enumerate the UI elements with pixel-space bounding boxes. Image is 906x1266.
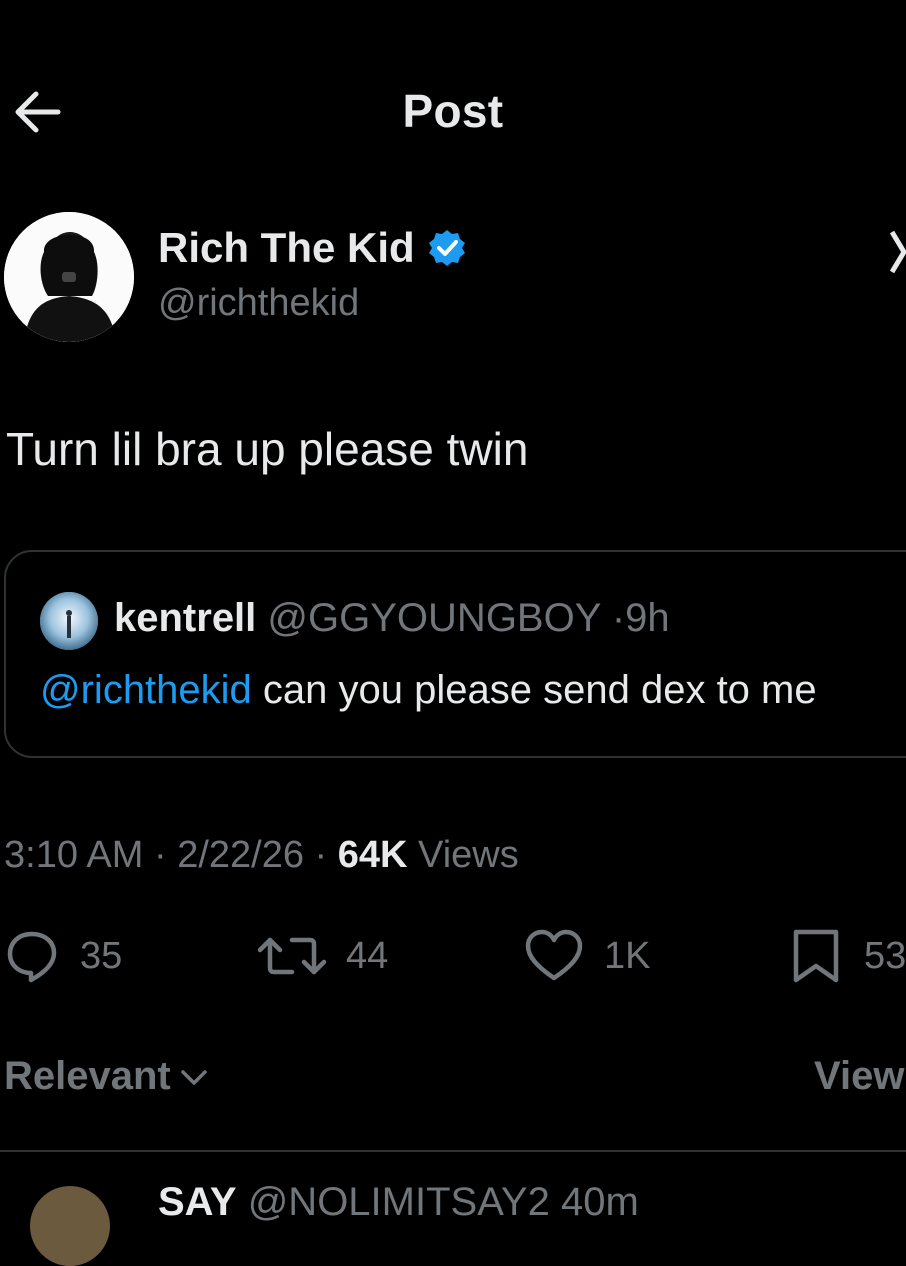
post-time: 3:10 AM <box>4 834 144 876</box>
author-name-text: Rich The Kid <box>158 224 415 271</box>
reply-author-handle: @NOLIMITSAY2 <box>247 1180 550 1224</box>
post-text: Turn lil bra up please twin <box>6 423 529 475</box>
post-date: 2/22/26 <box>177 834 304 876</box>
quoted-post-header: kentrell @GGYOUNGBOY ·9h <box>114 596 670 641</box>
reply-avatar[interactable] <box>30 1186 110 1266</box>
quoted-separator: · <box>611 596 626 640</box>
mention-link[interactable]: @richthekid <box>40 668 252 712</box>
like-count: 1K <box>604 934 651 977</box>
bookmark-button[interactable]: 53 <box>788 926 906 986</box>
meta-dot-2: · <box>304 834 338 876</box>
views-label: Views <box>407 834 519 876</box>
meta-dot-1: · <box>143 834 178 876</box>
repost-icon <box>258 937 326 975</box>
quoted-author-handle: @GGYOUNGBOY <box>267 596 601 640</box>
post-meta: 3:10 AM · 2/22/26 · 64K Views <box>4 834 519 877</box>
reply-button[interactable]: 35 <box>4 926 122 986</box>
bookmark-icon <box>793 929 839 983</box>
repost-button[interactable]: 44 <box>258 926 388 986</box>
chevron-down-icon <box>181 1069 207 1085</box>
author-handle[interactable]: @richthekid <box>158 282 359 325</box>
repost-count: 44 <box>346 934 389 977</box>
like-button[interactable]: 1K <box>524 926 650 986</box>
verified-badge-icon <box>428 230 465 266</box>
quoted-author-name: kentrell <box>114 596 257 640</box>
page-title: Post <box>402 85 504 137</box>
view-quotes-link[interactable]: View <box>814 1054 904 1099</box>
reply-icon <box>7 931 57 983</box>
sort-label: Relevant <box>4 1054 171 1098</box>
reply-time: 40m <box>560 1180 639 1224</box>
author-avatar[interactable] <box>4 212 134 342</box>
heart-icon <box>525 929 583 981</box>
quoted-text-body: can you please send dex to me <box>251 668 817 712</box>
quoted-post-text: @richthekid can you please send dex to m… <box>40 668 817 713</box>
reply-author-name: SAY <box>158 1180 237 1224</box>
quoted-author-avatar <box>40 592 98 650</box>
sort-replies-dropdown[interactable]: Relevant <box>4 1054 209 1099</box>
quoted-post-time: 9h <box>625 596 670 640</box>
quoted-post-card[interactable] <box>4 550 906 758</box>
author-display-name[interactable]: Rich The Kid <box>158 224 467 272</box>
divider <box>0 1150 906 1152</box>
reply-header: SAY @NOLIMITSAY2 40m <box>158 1180 639 1225</box>
more-options-icon[interactable] <box>890 222 906 282</box>
reply-count: 35 <box>80 934 123 977</box>
bookmark-count: 53 <box>864 934 906 977</box>
views-count: 64K <box>337 834 408 876</box>
